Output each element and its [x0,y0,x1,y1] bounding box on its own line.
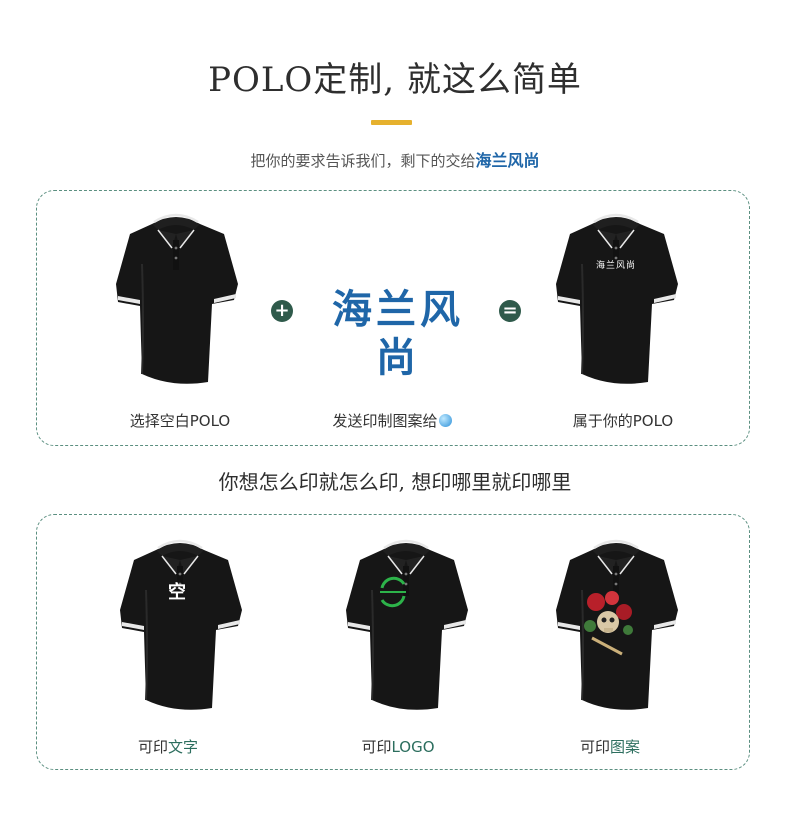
subtitle-text: 把你的要求告诉我们，剩下的交给 [250,152,476,170]
print-caption-pattern-prefix: 可印 [579,738,610,756]
brand-logo: 海兰风尚 [332,287,464,381]
print-caption-text: 可印文字 [68,736,268,757]
print-caption-logo-highlight: LOGO [391,738,435,756]
logo-print-polo-image [342,530,472,720]
plus-icon: + [271,300,293,322]
print-caption-logo: 可印LOGO [298,736,498,757]
title-accent-bar [371,120,412,125]
text-print-polo-image: 空 [116,530,246,720]
print-caption-logo-prefix: 可印 [361,738,392,756]
step-caption-send: 发送印制图案给 [292,410,492,431]
print-caption-pattern: 可印图案 [510,736,710,757]
step-caption-send-text: 发送印制图案给 [332,412,438,430]
print-caption-text-highlight: 文字 [168,738,199,756]
subtitle: 把你的要求告诉我们，剩下的交给海兰风尚 [0,147,790,171]
print-caption-pattern-highlight: 图案 [610,738,641,756]
step-caption-blank: 选择空白POLO [129,412,231,430]
water-drop-icon [438,414,452,427]
equals-icon: = [499,300,521,322]
custom-polo-image: 海兰风尚 [552,204,682,394]
print-caption-text-prefix: 可印 [137,738,168,756]
subtitle-brand: 海兰风尚 [475,151,540,170]
chest-print-text: 空 [168,582,186,603]
chest-print-brand: 海兰风尚 [596,261,637,271]
blank-polo-image [112,204,242,394]
page-title: POLO定制, 就这么简单 [208,60,582,100]
step-caption-result: 属于你的POLO [572,412,674,430]
slogan: 你想怎么印就怎么印, 想印哪里就印哪里 [218,470,572,494]
pattern-print-polo-image [552,530,682,720]
